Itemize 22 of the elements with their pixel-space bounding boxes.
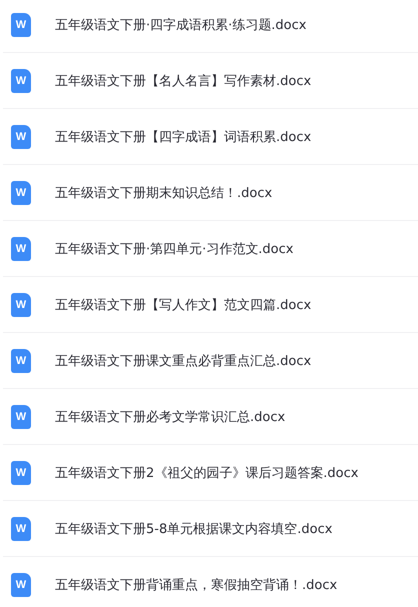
word-document-icon: W bbox=[11, 12, 31, 36]
word-document-icon: W bbox=[11, 236, 31, 260]
word-document-icon: W bbox=[11, 180, 31, 204]
file-name[interactable]: 五年级语文下册【写人作文】范文四篇.docx bbox=[55, 296, 312, 314]
word-document-icon: W bbox=[11, 348, 31, 372]
word-document-icon: W bbox=[11, 516, 31, 540]
file-name[interactable]: 五年级语文下册【四字成语】词语积累.docx bbox=[55, 128, 312, 146]
file-name[interactable]: 五年级语文下册·四字成语积累·练习题.docx bbox=[55, 16, 306, 34]
file-name[interactable]: 五年级语文下册必考文学常识汇总.docx bbox=[55, 408, 286, 426]
word-document-icon: W bbox=[11, 460, 31, 484]
word-document-icon: W bbox=[11, 404, 31, 428]
file-name[interactable]: 五年级语文下册背诵重点，寒假抽空背诵！.docx bbox=[55, 576, 338, 594]
word-document-icon: W bbox=[11, 68, 31, 92]
file-name[interactable]: 五年级语文下册5-8单元根据课文内容填空.docx bbox=[55, 520, 332, 538]
file-name[interactable]: 五年级语文下册2《祖父的园子》课后习题答案.docx bbox=[55, 464, 358, 482]
file-name[interactable]: 五年级语文下册课文重点必背重点汇总.docx bbox=[55, 352, 312, 370]
word-document-icon: W bbox=[11, 124, 31, 148]
file-name[interactable]: 五年级语文下册·第四单元·习作范文.docx bbox=[55, 240, 294, 258]
word-document-icon: W bbox=[11, 572, 31, 596]
file-name[interactable]: 五年级语文下册【名人名言】写作素材.docx bbox=[55, 72, 312, 90]
file-name[interactable]: 五年级语文下册期末知识总结！.docx bbox=[55, 184, 272, 202]
word-document-icon: W bbox=[11, 292, 31, 316]
